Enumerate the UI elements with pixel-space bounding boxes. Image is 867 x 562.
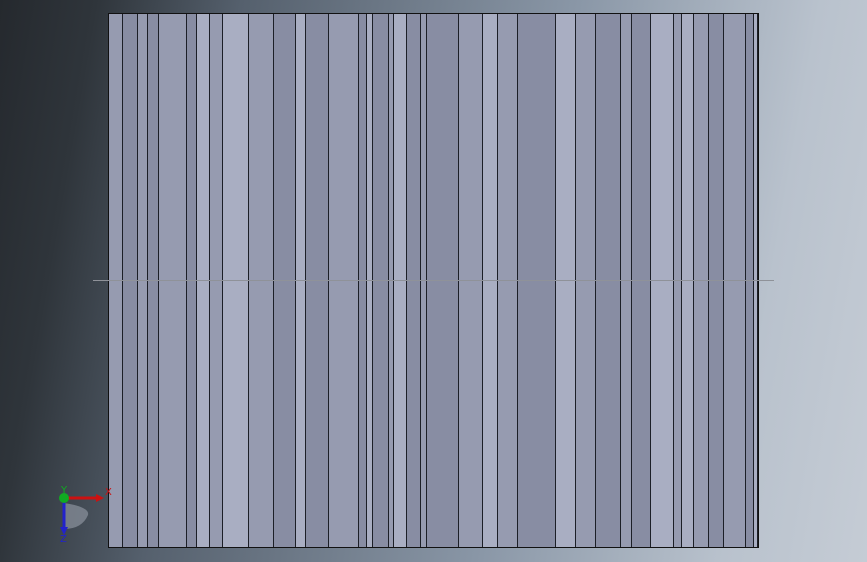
z-axis-label: Z bbox=[60, 534, 67, 545]
x-axis-head bbox=[96, 494, 104, 502]
graphics-area[interactable]: Y X Z bbox=[0, 0, 867, 562]
triad-arc bbox=[64, 503, 89, 529]
y-axis-label: Y bbox=[60, 485, 68, 496]
orientation-triad: Y X Z bbox=[59, 485, 112, 545]
centerline bbox=[93, 280, 774, 281]
x-axis-label: X bbox=[105, 487, 112, 498]
